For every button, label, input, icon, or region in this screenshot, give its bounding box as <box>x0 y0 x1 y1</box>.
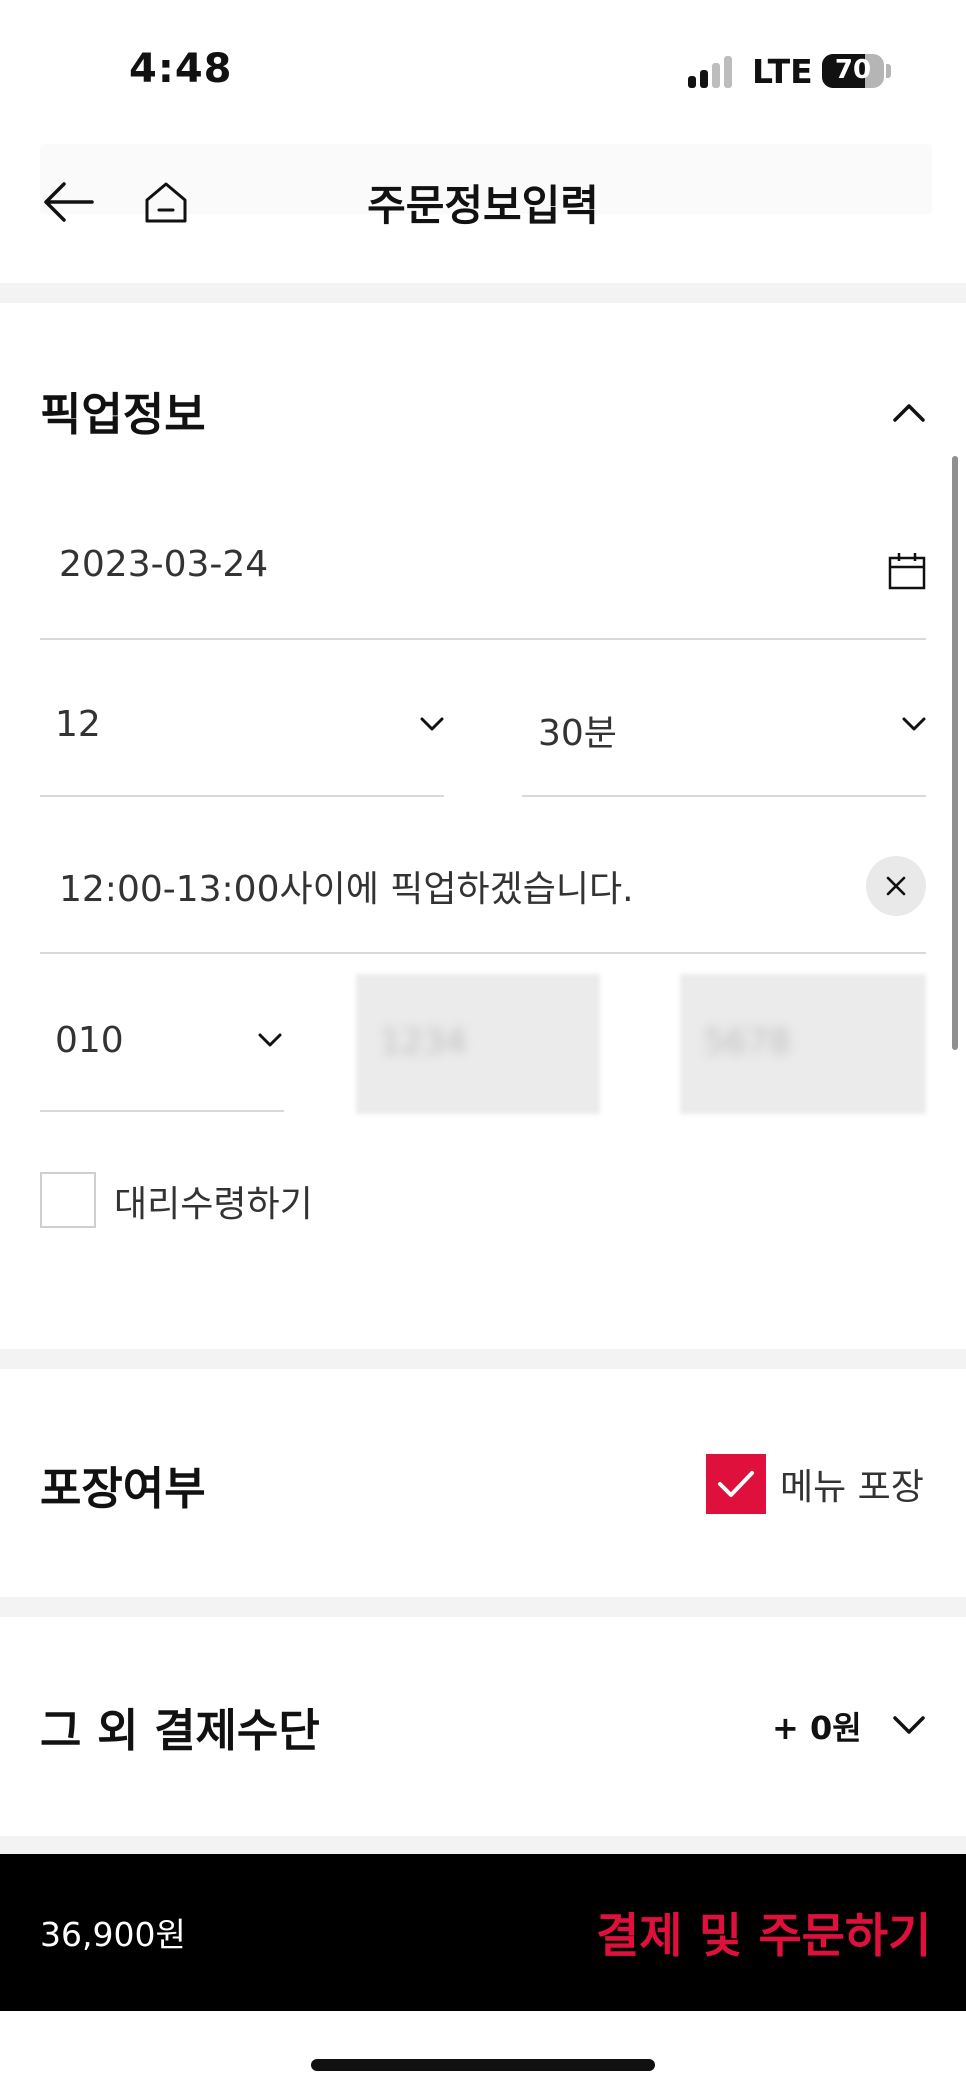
close-icon <box>886 876 906 896</box>
chevron-down-icon <box>420 717 444 731</box>
phone-middle-value: 1234 <box>380 1022 467 1062</box>
chevron-down-icon <box>902 717 926 731</box>
expand-other-payment-button[interactable] <box>880 1700 938 1752</box>
network-label: LTE <box>752 52 813 91</box>
hour-value: 12 <box>55 704 101 745</box>
minute-underline <box>522 795 926 797</box>
proxy-pickup-checkbox[interactable] <box>40 1172 96 1228</box>
clear-note-button[interactable] <box>866 856 926 916</box>
other-payment-amount: + 0원 <box>772 1709 862 1747</box>
note-underline <box>40 952 926 954</box>
section-divider <box>0 1597 966 1617</box>
pickup-section-title: 픽업정보 <box>40 388 206 441</box>
date-underline <box>40 638 926 640</box>
battery-icon: 70 <box>822 54 884 88</box>
phone-middle-input[interactable]: 1234 <box>356 974 600 1114</box>
menu-packaging-label[interactable]: 메뉴 포장 <box>780 1458 924 1510</box>
phone-prefix-underline <box>40 1110 284 1112</box>
pay-and-order-button[interactable]: 결제 및 주문하기 <box>596 1897 931 1966</box>
phone-prefix-select[interactable]: 010 <box>40 996 284 1112</box>
chevron-up-icon <box>893 404 925 422</box>
pickup-date-field[interactable]: 2023-03-24 <box>40 520 926 640</box>
pickup-date-value: 2023-03-24 <box>59 544 269 585</box>
phone-last-value: 5678 <box>704 1022 791 1062</box>
section-divider <box>0 283 966 303</box>
battery-percent: 70 <box>834 55 872 85</box>
other-payment-title: 그 외 결제수단 <box>40 1704 320 1757</box>
proxy-pickup-label[interactable]: 대리수령하기 <box>114 1175 313 1227</box>
section-divider <box>0 1349 966 1369</box>
hour-underline <box>40 795 444 797</box>
section-divider <box>0 1836 966 1854</box>
home-indicator[interactable] <box>311 2059 655 2071</box>
phone-last-input[interactable]: 5678 <box>680 974 926 1114</box>
battery-cap <box>886 64 891 78</box>
page-title: 주문정보입력 <box>367 181 599 230</box>
status-time: 4:48 <box>129 46 233 92</box>
phone-prefix-value: 010 <box>55 1020 124 1061</box>
chevron-down-icon <box>893 1716 925 1734</box>
hour-select[interactable]: 12 <box>40 680 444 796</box>
pickup-note-value: 12:00-13:00사이에 픽업하겠습니다. <box>59 869 634 910</box>
chevron-down-icon <box>258 1033 282 1047</box>
scrollbar[interactable] <box>952 456 958 1050</box>
collapse-pickup-button[interactable] <box>880 386 938 438</box>
checkmark-icon <box>718 1471 754 1497</box>
packaging-section-title: 포장여부 <box>40 1462 206 1515</box>
signal-icon <box>688 56 736 88</box>
order-total: 36,900원 <box>40 1915 186 1954</box>
minute-value: 30분 <box>538 713 617 754</box>
menu-packaging-checkbox[interactable] <box>706 1454 766 1514</box>
pickup-note-input[interactable]: 12:00-13:00사이에 픽업하겠습니다. <box>40 836 860 952</box>
calendar-icon[interactable] <box>888 552 926 590</box>
minute-select[interactable]: 30분 <box>522 680 926 796</box>
